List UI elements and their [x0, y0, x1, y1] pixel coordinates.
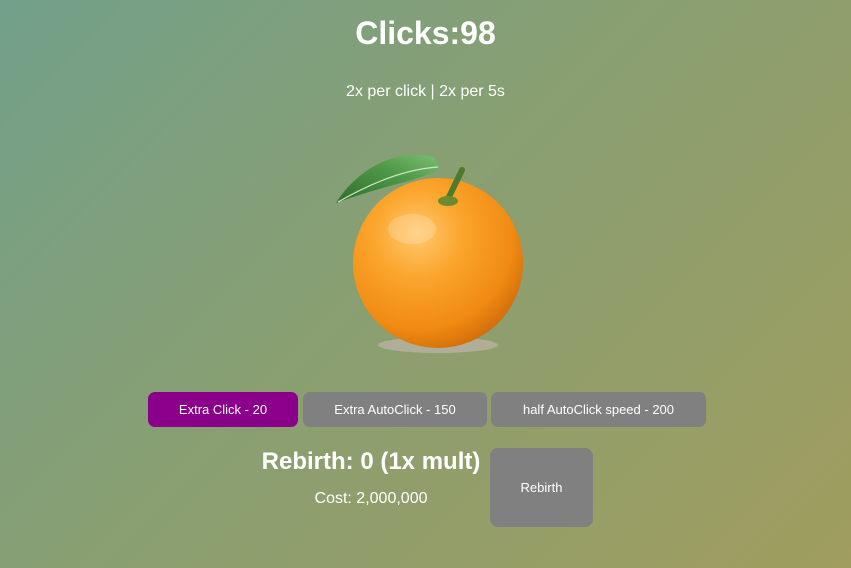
- rebirth-status: Rebirth: 0 (1x mult): [261, 448, 481, 475]
- clicks-counter: Clicks:98: [355, 15, 496, 51]
- orange-fruit: [353, 178, 523, 348]
- extra-autoclick-button[interactable]: Extra AutoClick - 150: [303, 392, 487, 427]
- rebirth-cost: Cost: 2,000,000: [314, 490, 428, 507]
- orange-icon[interactable]: [326, 143, 536, 363]
- rate-info: 2x per click | 2x per 5s: [346, 83, 505, 100]
- stem-base: [438, 196, 458, 206]
- half-autoclick-speed-button[interactable]: half AutoClick speed - 200: [491, 392, 706, 427]
- extra-click-button[interactable]: Extra Click - 20: [148, 392, 298, 427]
- rebirth-button[interactable]: Rebirth: [490, 448, 593, 527]
- orange-highlight: [388, 214, 436, 244]
